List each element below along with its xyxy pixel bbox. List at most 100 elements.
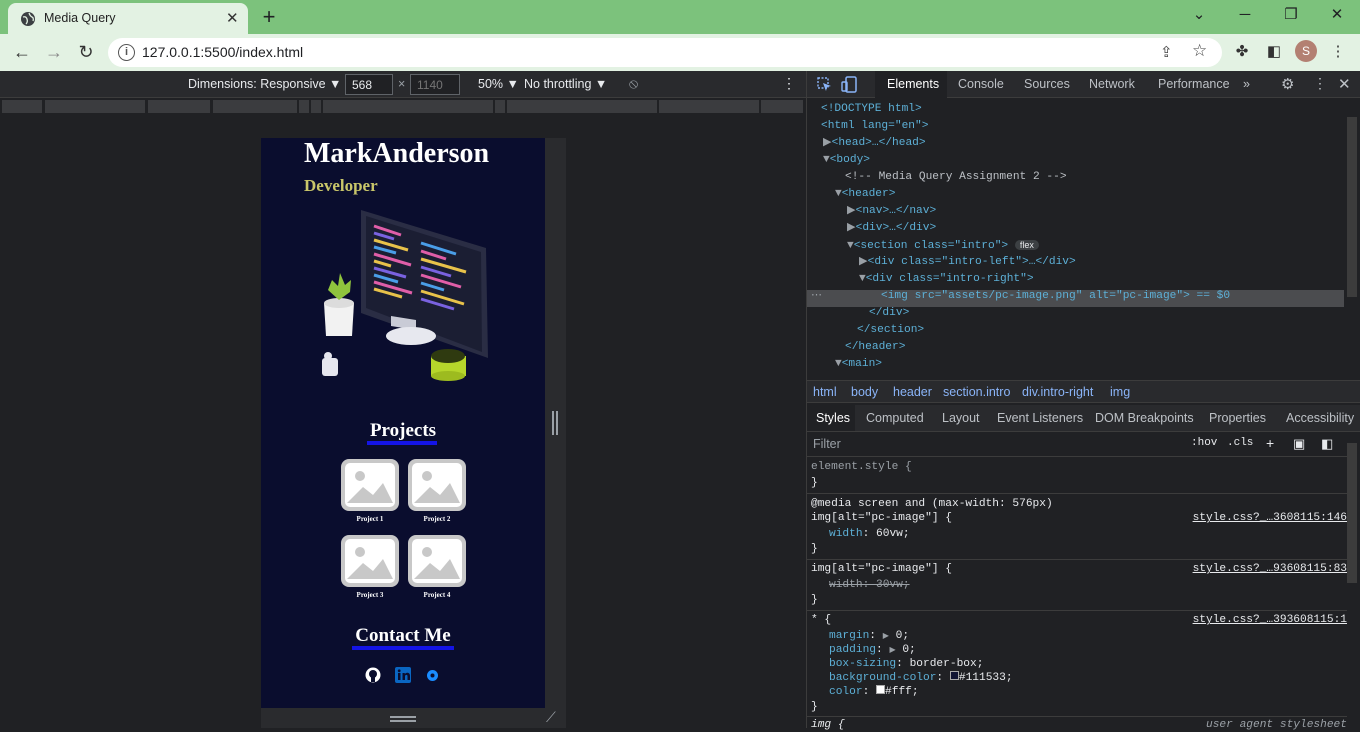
css-declaration[interactable]: padding: ▶ 0;	[829, 643, 916, 657]
dom-node[interactable]: ▼<div class="intro-right">	[859, 271, 1034, 288]
more-options-icon[interactable]: ⋮	[1313, 75, 1327, 92]
styles-filter-input[interactable]: Filter	[813, 437, 1173, 451]
close-tab-icon[interactable]: ✕	[226, 9, 239, 27]
media-query-segment[interactable]	[495, 100, 505, 113]
zoom-select[interactable]: 50% ▼	[478, 77, 519, 91]
dom-node[interactable]: ▶<nav>…</nav>	[847, 203, 936, 220]
resize-handle-icon[interactable]	[552, 411, 558, 435]
dimensions-select[interactable]: Dimensions: Responsive ▼	[188, 77, 341, 91]
project-card[interactable]: Project 2	[408, 459, 466, 523]
media-query-segment[interactable]	[311, 100, 321, 113]
media-query-segment[interactable]	[659, 100, 759, 113]
minimize-button[interactable]: ─	[1222, 0, 1268, 34]
new-tab-button[interactable]: +	[256, 4, 282, 30]
new-rule-icon[interactable]: +	[1266, 435, 1274, 451]
dom-node[interactable]: <!DOCTYPE html>	[821, 101, 922, 118]
dom-node-selected[interactable]: <img src="assets/pc-image.png" alt="pc-i…	[881, 288, 1230, 305]
tab-network[interactable]: Network	[1089, 77, 1135, 91]
back-icon[interactable]: ←	[8, 39, 36, 67]
rotate-icon[interactable]: ⦸	[629, 75, 638, 92]
bookmark-star-icon[interactable]: ☆	[1192, 41, 1207, 61]
breadcrumb-body[interactable]: body	[851, 385, 878, 399]
dom-node[interactable]: <html lang="en">	[821, 118, 928, 135]
tab-accessibility[interactable]: Accessibility	[1286, 411, 1354, 425]
more-options-icon[interactable]: ⋮	[782, 75, 796, 92]
dom-node[interactable]: ▼<header>	[835, 186, 895, 203]
media-query-segment[interactable]	[323, 100, 493, 113]
css-declaration[interactable]: color: #fff;	[829, 685, 919, 699]
restore-button[interactable]: ❐	[1268, 0, 1314, 34]
media-query-segment[interactable]	[148, 100, 210, 113]
flex-badge[interactable]: flex	[1014, 240, 1039, 250]
tab-properties[interactable]: Properties	[1209, 411, 1266, 425]
dom-node[interactable]: ▼<body>	[823, 152, 870, 169]
paint-icon[interactable]: ▣	[1293, 436, 1305, 452]
dom-node[interactable]: ▶<div class="intro-left">…</div>	[859, 254, 1076, 271]
close-window-button[interactable]: ✕	[1314, 0, 1360, 34]
dom-scrollbar[interactable]	[1347, 117, 1357, 297]
sidebar-toggle-icon[interactable]: ◧	[1321, 436, 1333, 452]
rule-selector[interactable]: img {	[811, 718, 845, 732]
menu-icon[interactable]: ⋮	[1326, 40, 1350, 64]
rule-source-link[interactable]: style.css?_…393608115:1	[1193, 613, 1347, 627]
height-input[interactable]	[410, 74, 460, 95]
breadcrumb-header[interactable]: header	[893, 385, 932, 399]
dom-node[interactable]: </div>	[869, 305, 909, 322]
css-declaration[interactable]: width: 60vw;	[829, 527, 910, 541]
side-panel-icon[interactable]: ◧	[1262, 40, 1286, 64]
media-query-segment[interactable]	[761, 100, 803, 113]
css-declaration[interactable]: margin: ▶ 0;	[829, 629, 909, 643]
github-icon[interactable]	[365, 667, 381, 683]
tab-computed[interactable]: Computed	[866, 411, 924, 425]
media-query-segment[interactable]	[213, 100, 297, 113]
more-tabs-icon[interactable]: »	[1243, 77, 1250, 91]
extensions-icon[interactable]: ✤	[1230, 40, 1254, 64]
dom-node[interactable]: </section>	[857, 322, 924, 339]
width-input[interactable]	[345, 74, 393, 95]
cls-toggle[interactable]: .cls	[1227, 437, 1253, 449]
breadcrumb-html[interactable]: html	[813, 385, 837, 399]
resize-handle-icon[interactable]	[390, 716, 416, 722]
dom-node[interactable]: ▶<div>…</div>	[847, 220, 936, 237]
breadcrumb-div[interactable]: div.intro-right	[1022, 385, 1093, 399]
breadcrumb-section[interactable]: section.intro	[943, 385, 1010, 399]
tab-dom-breakpoints[interactable]: DOM Breakpoints	[1095, 411, 1194, 425]
avatar[interactable]: S	[1295, 40, 1317, 62]
dom-node[interactable]: ▼<main>	[835, 356, 882, 373]
tab-styles[interactable]: Styles	[816, 411, 850, 425]
corner-resize-icon[interactable]: ⟋	[546, 709, 556, 726]
browser-tab[interactable]: Media Query ✕	[8, 3, 248, 34]
project-card[interactable]: Project 4	[408, 535, 466, 599]
viewport-resize-bottom[interactable]: ⟋	[261, 708, 566, 728]
dom-node[interactable]: ▼<section class="intro"> flex	[847, 237, 1039, 254]
tab-console[interactable]: Console	[958, 77, 1004, 91]
project-card[interactable]: Project 1	[341, 459, 399, 523]
breadcrumb-img[interactable]: img	[1110, 385, 1130, 399]
settings-gear-icon[interactable]: ⚙	[1281, 75, 1294, 93]
share-icon[interactable]: ⇪	[1160, 43, 1173, 61]
site-info-icon[interactable]: i	[118, 44, 135, 61]
device-toggle-icon[interactable]	[841, 76, 857, 93]
forward-icon[interactable]: →	[40, 39, 68, 67]
dom-comment[interactable]: <!-- Media Query Assignment 2 -->	[845, 169, 1067, 186]
node-actions-icon[interactable]: ⋯	[811, 288, 822, 305]
css-declaration[interactable]: box-sizing: border-box;	[829, 657, 983, 671]
rule-source-link[interactable]: style.css?_…93608115:83	[1193, 562, 1347, 576]
media-query-segment[interactable]	[2, 100, 42, 113]
tab-search-icon[interactable]: ⌄	[1176, 0, 1222, 34]
hov-toggle[interactable]: :hov	[1191, 437, 1217, 449]
media-query-segment[interactable]	[45, 100, 145, 113]
inspect-icon[interactable]	[817, 77, 832, 92]
rule-selector[interactable]: img[alt="pc-image"] {	[811, 562, 952, 576]
element-style-selector[interactable]: element.style {	[811, 460, 912, 474]
linkedin-icon[interactable]	[395, 667, 411, 683]
tab-sources[interactable]: Sources	[1024, 77, 1070, 91]
styles-scrollbar[interactable]	[1347, 443, 1357, 583]
rule-selector[interactable]: * {	[811, 613, 831, 627]
media-query-segment[interactable]	[299, 100, 309, 113]
blog-icon[interactable]	[427, 670, 438, 681]
css-declaration-overridden[interactable]: width: 30vw;	[829, 578, 910, 592]
media-query-segment[interactable]	[507, 100, 657, 113]
rule-source-link[interactable]: style.css?_…3608115:146	[1193, 511, 1347, 525]
reload-icon[interactable]: ↻	[72, 39, 100, 67]
